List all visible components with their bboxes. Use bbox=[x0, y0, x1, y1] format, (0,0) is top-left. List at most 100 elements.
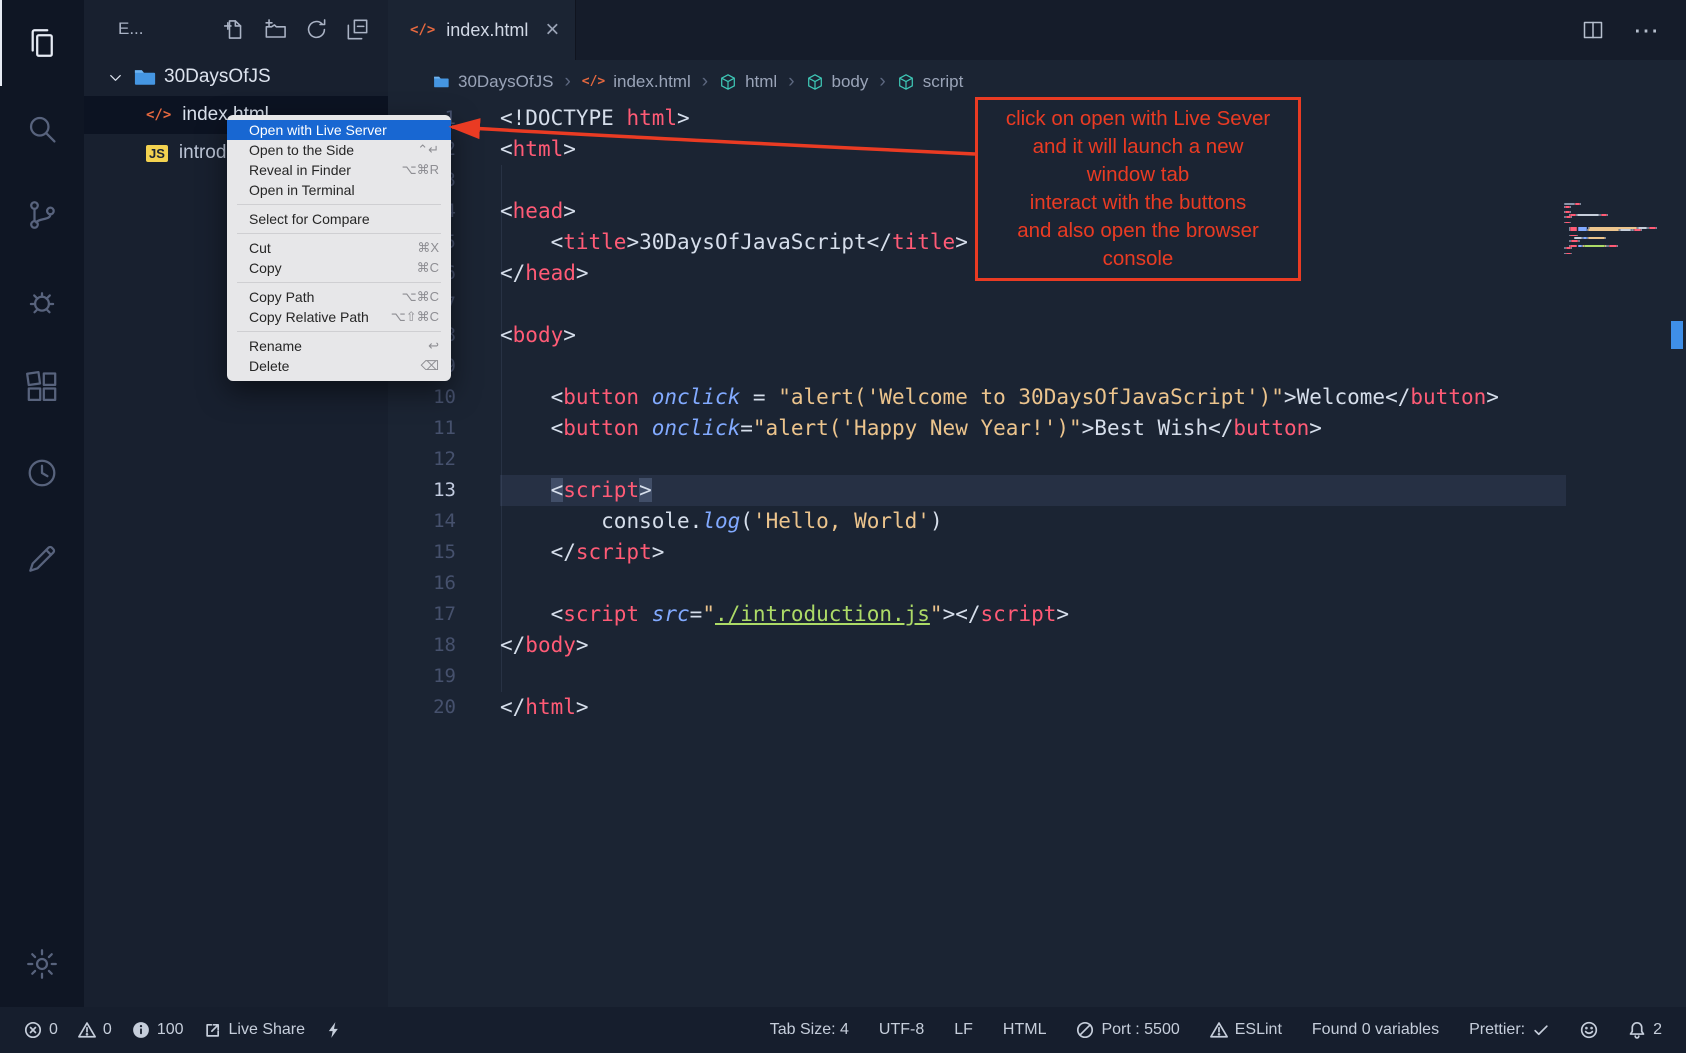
folder-row-root[interactable]: 30DaysOfJS bbox=[84, 58, 388, 96]
menu-item-copy[interactable]: Copy⌘C bbox=[227, 258, 451, 278]
code-text[interactable] bbox=[500, 444, 1566, 475]
extensions-icon bbox=[24, 369, 60, 405]
status-warnings[interactable]: 0 bbox=[78, 1021, 112, 1039]
menu-item-select-for-compare[interactable]: Select for Compare bbox=[227, 209, 451, 229]
code-text[interactable]: </script> bbox=[500, 537, 1566, 568]
tab-label: index.html bbox=[446, 20, 528, 41]
menu-item-cut[interactable]: Cut⌘X bbox=[227, 238, 451, 258]
status-language-mode[interactable]: HTML bbox=[1003, 1021, 1047, 1039]
activity-settings-button[interactable] bbox=[0, 921, 84, 1007]
breadcrumb-index-html[interactable]: </>index.html bbox=[582, 72, 691, 92]
line-number: 18 bbox=[388, 630, 500, 661]
status-right: Tab Size: 4 UTF-8 LF HTML Port : 5500 ESLint F… bbox=[770, 1021, 1662, 1039]
code-text[interactable]: </body> bbox=[500, 630, 1566, 661]
status-variables[interactable]: Found 0 variables bbox=[1312, 1021, 1439, 1039]
explorer-actions bbox=[222, 17, 370, 42]
clock-icon bbox=[24, 455, 60, 491]
close-icon[interactable]: × bbox=[545, 18, 559, 42]
activity-explorer-button[interactable] bbox=[0, 0, 84, 86]
activity-edit-button[interactable] bbox=[0, 516, 84, 602]
line-number: 14 bbox=[388, 506, 500, 537]
status-tab-size[interactable]: Tab Size: 4 bbox=[770, 1021, 849, 1039]
explorer-title: E... bbox=[118, 19, 144, 39]
line-number: 10 bbox=[388, 382, 500, 413]
activity-debug-button[interactable] bbox=[0, 258, 84, 344]
line-number: 20 bbox=[388, 692, 500, 723]
annotation-text: click on open with Live Sever bbox=[980, 105, 1296, 133]
status-info[interactable]: 100 bbox=[132, 1021, 184, 1039]
menu-item-copy-relative-path[interactable]: Copy Relative Path⌥⇧⌘C bbox=[227, 307, 451, 327]
minimap[interactable] bbox=[1564, 203, 1664, 255]
new-folder-button[interactable] bbox=[263, 17, 288, 42]
menu-item-delete[interactable]: Delete⌫ bbox=[227, 356, 451, 376]
code-line-7: 7 bbox=[388, 289, 1566, 320]
tabs: </>index.html× bbox=[388, 0, 576, 60]
activity-extensions-button[interactable] bbox=[0, 344, 84, 430]
breadcrumb-30daysofjs[interactable]: 30DaysOfJS bbox=[432, 72, 553, 92]
code-text[interactable]: <body> bbox=[500, 320, 1566, 351]
breadcrumb-script[interactable]: script bbox=[897, 72, 964, 92]
scrollbar-marker[interactable] bbox=[1671, 321, 1683, 349]
code-text[interactable] bbox=[500, 568, 1566, 599]
annotation-text: and also open the browser bbox=[980, 217, 1296, 245]
code-text[interactable]: </html> bbox=[500, 692, 1566, 723]
menu-separator bbox=[237, 282, 441, 283]
refresh-button[interactable] bbox=[304, 17, 329, 42]
blocked-icon bbox=[1076, 1021, 1094, 1039]
tab-index-html[interactable]: </>index.html× bbox=[388, 0, 576, 60]
context-menu: Open with Live ServerOpen to the Side⌃↵R… bbox=[227, 115, 451, 381]
code-text[interactable]: <button onclick = "alert('Welcome to 30D… bbox=[500, 382, 1566, 413]
activity-source-control-button[interactable] bbox=[0, 172, 84, 258]
status-eol[interactable]: LF bbox=[954, 1021, 973, 1039]
status-encoding[interactable]: UTF-8 bbox=[879, 1021, 924, 1039]
line-number: 15 bbox=[388, 537, 500, 568]
html-file-icon: </> bbox=[146, 107, 171, 123]
breadcrumb-body[interactable]: body bbox=[806, 72, 869, 92]
activity-search-button[interactable] bbox=[0, 86, 84, 172]
annotation-box: click on open with Live Severand it will… bbox=[975, 97, 1301, 281]
status-port[interactable]: Port : 5500 bbox=[1076, 1021, 1179, 1039]
breadcrumb-separator: › bbox=[879, 71, 885, 93]
status-feedback[interactable] bbox=[1580, 1021, 1598, 1039]
code-text[interactable]: <script src="./introduction.js"></script… bbox=[500, 599, 1566, 630]
menu-item-open-to-the-side[interactable]: Open to the Side⌃↵ bbox=[227, 140, 451, 160]
status-bolt[interactable] bbox=[325, 1021, 343, 1039]
line-number: 16 bbox=[388, 568, 500, 599]
annotation-text: interact with the buttons bbox=[980, 189, 1296, 217]
status-notifications[interactable]: 2 bbox=[1628, 1021, 1662, 1039]
menu-item-open-with-live-server[interactable]: Open with Live Server bbox=[227, 120, 451, 140]
code-text[interactable] bbox=[500, 289, 1566, 320]
status-eslint[interactable]: ESLint bbox=[1210, 1021, 1282, 1039]
line-number: 12 bbox=[388, 444, 500, 475]
editor-actions: ⋯ bbox=[1581, 0, 1686, 60]
menu-item-rename[interactable]: Rename↩ bbox=[227, 336, 451, 356]
breadcrumb-separator: › bbox=[702, 71, 708, 93]
cube-icon bbox=[806, 73, 824, 91]
code-line-16: 16 bbox=[388, 568, 1566, 599]
activity-clock-button[interactable] bbox=[0, 430, 84, 516]
code-text[interactable]: <button onclick="alert('Happy New Year!'… bbox=[500, 413, 1566, 444]
more-actions-icon[interactable]: ⋯ bbox=[1633, 15, 1660, 46]
breadcrumb-html[interactable]: html bbox=[719, 72, 777, 92]
new-file-button[interactable] bbox=[222, 17, 247, 42]
js-file-icon: JS bbox=[146, 145, 168, 162]
code-text[interactable] bbox=[500, 351, 1566, 382]
menu-item-reveal-in-finder[interactable]: Reveal in Finder⌥⌘R bbox=[227, 160, 451, 180]
check-icon bbox=[1532, 1021, 1550, 1039]
code-text[interactable] bbox=[500, 661, 1566, 692]
status-live-share[interactable]: Live Share bbox=[204, 1021, 306, 1039]
code-line-11: 11 <button onclick="alert('Happy New Yea… bbox=[388, 413, 1566, 444]
html-file-icon: </> bbox=[582, 74, 605, 89]
code-line-8: 8<body> bbox=[388, 320, 1566, 351]
status-errors[interactable]: 0 bbox=[24, 1021, 58, 1039]
info-icon bbox=[132, 1021, 150, 1039]
collapse-all-button[interactable] bbox=[345, 17, 370, 42]
code-text[interactable]: console.log('Hello, World') bbox=[500, 506, 1566, 537]
status-prettier[interactable]: Prettier: bbox=[1469, 1021, 1550, 1039]
menu-item-open-in-terminal[interactable]: Open in Terminal bbox=[227, 180, 451, 200]
search-icon bbox=[24, 111, 60, 147]
code-text[interactable]: <script> bbox=[500, 475, 1566, 506]
menu-item-copy-path[interactable]: Copy Path⌥⌘C bbox=[227, 287, 451, 307]
split-editor-icon[interactable] bbox=[1581, 18, 1605, 42]
code-line-10: 10 <button onclick = "alert('Welcome to … bbox=[388, 382, 1566, 413]
